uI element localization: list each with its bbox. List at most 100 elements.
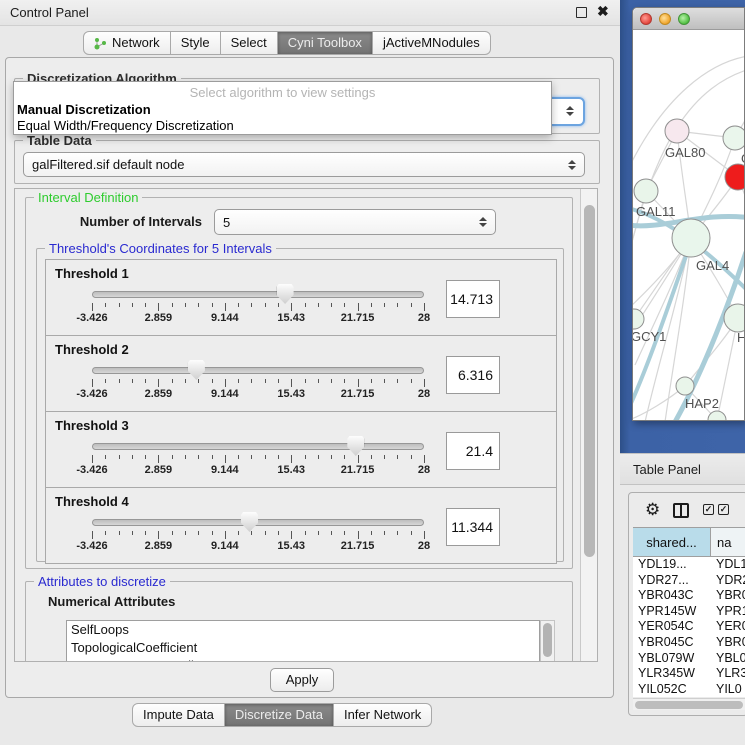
cell-name: YIL0 — [711, 682, 745, 698]
threshold-panel-1: Threshold 1-3.4262.8599.14415.4321.71528… — [45, 259, 557, 336]
table-row[interactable]: YDR27...YDR2 — [633, 573, 745, 589]
table-toolbar: ⚙ ✓ ✓ — [629, 493, 745, 527]
float-window-icon[interactable] — [576, 7, 587, 18]
threshold-slider[interactable] — [92, 291, 424, 298]
network-window-titlebar[interactable] — [633, 8, 745, 30]
algorithm-dropdown-popup: Select algorithm to view settings Manual… — [13, 81, 552, 135]
attribute-list-item[interactable]: BetweennessCentrality — [67, 657, 539, 662]
node-table-container: ⚙ ✓ ✓ shared... na YDL19...YDL1YDR27...Y… — [628, 492, 745, 716]
table-panel-title: Table Panel — [633, 462, 701, 477]
network-canvas[interactable]: GAL80GAGAL11GAL4GCY1HHAP2 — [633, 30, 745, 421]
attributes-group: Attributes to discretize Numerical Attri… — [25, 581, 573, 662]
network-node-label: HAP2 — [685, 396, 719, 411]
checkbox-icon[interactable]: ✓ — [703, 504, 714, 515]
mac-minimize-icon[interactable] — [659, 13, 671, 25]
slider-handle[interactable] — [241, 512, 258, 532]
mac-close-icon[interactable] — [640, 13, 652, 25]
settings-scroll-area: Interval Definition Number of Intervals … — [14, 188, 598, 662]
attribute-list-item[interactable]: SelfLoops — [67, 621, 539, 639]
cell-shared-name: YLR345W — [633, 666, 711, 682]
network-node[interactable] — [672, 219, 710, 257]
table-row[interactable]: YLR345WYLR3 — [633, 666, 745, 682]
algorithm-option-equal-width[interactable]: Equal Width/Frequency Discretization — [17, 117, 547, 134]
bottom-tab-infer-network[interactable]: Infer Network — [334, 703, 432, 727]
table-row[interactable]: YBR043CYBR0 — [633, 588, 745, 604]
cell-shared-name: YIL052C — [633, 682, 711, 698]
attributes-group-title: Attributes to discretize — [34, 574, 170, 589]
combo-arrows-icon — [566, 106, 574, 116]
number-of-intervals-spinner[interactable]: 5 — [214, 209, 496, 235]
table-row[interactable]: YER054CYER0 — [633, 619, 745, 635]
tab-label: jActiveMNodules — [383, 32, 480, 54]
table-data-group-title: Table Data — [23, 133, 96, 148]
cell-name: YLR3 — [711, 666, 745, 682]
slider-tick-labels: -3.4262.8599.14415.4321.71528 — [92, 464, 424, 478]
threshold-value-field[interactable]: 11.344 — [446, 508, 500, 546]
threshold-slider[interactable] — [92, 443, 424, 450]
cell-shared-name: YBL079W — [633, 651, 711, 667]
attributes-list-scrollbar[interactable] — [540, 620, 555, 662]
table-row[interactable]: YDL19...YDL1 — [633, 557, 745, 573]
threshold-value-field[interactable]: 21.4 — [446, 432, 500, 470]
threshold-coordinates-group: Threshold's Coordinates for 5 Intervals … — [36, 248, 564, 562]
settings-scrollbar[interactable] — [580, 189, 597, 661]
checkbox-icon[interactable]: ✓ — [718, 504, 729, 515]
table-data-combobox[interactable]: galFiltered.sif default node — [23, 152, 585, 177]
threshold-value-field[interactable]: 14.713 — [446, 280, 500, 318]
network-node-label: GCY1 — [633, 329, 666, 344]
threshold-value-field[interactable]: 6.316 — [446, 356, 500, 394]
close-icon[interactable]: ✖ — [597, 3, 609, 20]
network-node[interactable] — [676, 377, 694, 395]
cell-shared-name: YPR145W — [633, 604, 711, 620]
slider-handle[interactable] — [188, 360, 205, 380]
tab-label: Cyni Toolbox — [288, 32, 362, 54]
slider-ticks — [92, 531, 424, 540]
cell-name: YBR0 — [711, 588, 745, 604]
number-of-intervals-label: Number of Intervals — [52, 214, 202, 229]
slider-tick-labels: -3.4262.8599.14415.4321.71528 — [92, 388, 424, 402]
cell-shared-name: YDL19... — [633, 557, 711, 573]
network-node[interactable] — [725, 164, 745, 190]
table-row[interactable]: YBR045CYBR0 — [633, 635, 745, 651]
network-node[interactable] — [634, 179, 658, 203]
tab-style[interactable]: Style — [171, 31, 221, 55]
attribute-list-item[interactable]: TopologicalCoefficient — [67, 639, 539, 657]
threshold-slider[interactable] — [92, 519, 424, 526]
table-row[interactable]: YPR145WYPR1 — [633, 604, 745, 620]
slider-handle[interactable] — [347, 436, 364, 456]
table-panel-bar: Table Panel — [620, 453, 745, 485]
tab-label: Discretize Data — [235, 704, 323, 726]
spinner-arrows-icon — [479, 217, 487, 227]
apply-button[interactable]: Apply — [270, 668, 334, 692]
bottom-tab-discretize-data[interactable]: Discretize Data — [225, 703, 334, 727]
table-hscroll-thumb[interactable] — [635, 701, 743, 709]
bottom-tab-impute-data[interactable]: Impute Data — [132, 703, 225, 727]
table-horizontal-scrollbar[interactable] — [633, 698, 745, 710]
tab-label: Network — [112, 32, 160, 54]
panel-title: Control Panel — [10, 5, 89, 20]
split-columns-icon[interactable] — [673, 503, 689, 518]
tab-jactivemnodules[interactable]: jActiveMNodules — [373, 31, 491, 55]
table-row[interactable]: YBL079WYBL0 — [633, 651, 745, 667]
algorithm-option-manual[interactable]: Manual Discretization — [17, 101, 547, 118]
tab-select[interactable]: Select — [221, 31, 278, 55]
column-header-shared-name[interactable]: shared... — [633, 528, 711, 556]
gear-icon[interactable]: ⚙ — [645, 500, 660, 520]
numerical-attributes-list[interactable]: SelfLoopsTopologicalCoefficientBetweenne… — [66, 620, 540, 662]
top-tab-bar: Network StyleSelect Cyni Toolbox jActiveMNo… — [83, 31, 491, 55]
network-node[interactable] — [633, 309, 644, 329]
threshold-slider[interactable] — [92, 367, 424, 374]
control-panel: Control Panel ✖ Network StyleSelect Cyni T… — [0, 0, 620, 745]
cell-shared-name: YBR045C — [633, 635, 711, 651]
mac-zoom-icon[interactable] — [678, 13, 690, 25]
network-node[interactable] — [665, 119, 689, 143]
column-header-name[interactable]: na — [711, 528, 745, 556]
network-node[interactable] — [723, 126, 745, 150]
tab-cyni-toolbox[interactable]: Cyni Toolbox — [278, 31, 373, 55]
cell-shared-name: YER054C — [633, 619, 711, 635]
table-row[interactable]: YIL052CYIL0 — [633, 682, 745, 698]
settings-scrollbar-thumb[interactable] — [584, 205, 595, 557]
tab-network[interactable]: Network — [83, 31, 171, 55]
slider-handle[interactable] — [277, 284, 294, 304]
cell-shared-name: YBR043C — [633, 588, 711, 604]
